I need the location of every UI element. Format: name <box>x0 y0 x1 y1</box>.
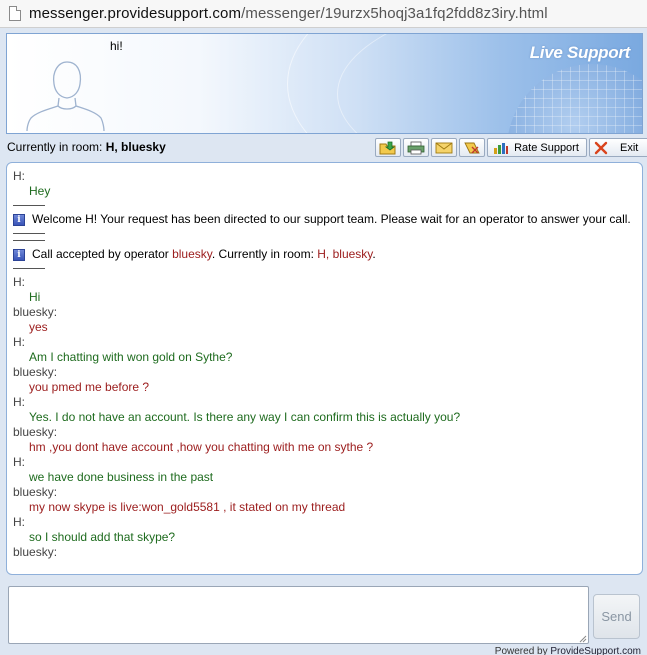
message-text: Hey <box>29 184 51 198</box>
message-text: you pmed me before ? <box>29 380 150 394</box>
clear-button[interactable] <box>459 138 485 157</box>
greeting-text: hi! <box>110 39 123 53</box>
message-author: bluesky: <box>13 365 58 379</box>
page-icon <box>9 6 21 21</box>
system-message-text: Welcome H! Your request has been directe… <box>32 212 631 226</box>
message-text: Hi <box>29 290 41 304</box>
email-icon <box>435 142 453 153</box>
powered-by-link[interactable]: ProvideSupport.com <box>550 646 641 655</box>
room-names: H, bluesky <box>317 247 373 261</box>
info-icon: i <box>13 214 25 226</box>
browser-address-bar[interactable]: messenger.providesupport.com/messenger/1… <box>0 0 647 28</box>
exit-label: Exit <box>620 141 639 154</box>
message-text: Yes. I do not have an account. Is there … <box>29 410 461 424</box>
live-support-logo: Live Support <box>529 43 631 62</box>
message-author: H: <box>13 275 25 289</box>
message-text: so I should add that skype? <box>29 530 176 544</box>
system-message: i Welcome H! Your request has been direc… <box>13 212 636 227</box>
exit-button[interactable]: Exit <box>589 138 647 157</box>
system-text-part: . <box>372 247 376 261</box>
message-input[interactable] <box>8 586 589 644</box>
info-icon: i <box>13 249 25 261</box>
message-author: H: <box>13 335 25 349</box>
exit-icon <box>594 141 608 154</box>
url-host: messenger.providesupport.com <box>29 5 242 22</box>
message-author: H: <box>13 515 25 529</box>
system-message-text: Call accepted by operator bluesky. Curre… <box>32 247 376 262</box>
message-author: bluesky: <box>13 305 58 319</box>
message-author: H: <box>13 455 25 469</box>
save-transcript-button[interactable] <box>375 138 401 157</box>
room-label: Currently in room: <box>7 140 103 154</box>
separator <box>13 205 45 206</box>
print-button[interactable] <box>403 138 429 157</box>
url-text[interactable]: messenger.providesupport.com/messenger/1… <box>29 5 548 22</box>
operator-avatar-icon <box>26 61 105 132</box>
print-icon <box>407 141 425 154</box>
resize-grip-icon[interactable] <box>577 633 587 643</box>
system-message: i Call accepted by operator bluesky. Cur… <box>13 247 636 262</box>
message-text: hm ,you dont have account ,how you chatt… <box>29 440 374 454</box>
chat-transcript[interactable]: H: Hey i Welcome H! Your request has bee… <box>6 162 643 575</box>
message-text: my now skype is live:won_gold5581 , it s… <box>29 500 346 514</box>
message-text: Am I chatting with won gold on Sythe? <box>29 350 233 364</box>
rate-icon <box>494 142 509 154</box>
message-author: H: <box>13 395 25 409</box>
powered-by-prefix: Powered by <box>494 646 551 655</box>
message-author: H: <box>13 169 25 183</box>
message-author: bluesky: <box>13 545 58 559</box>
separator <box>13 233 45 234</box>
message-author: bluesky: <box>13 485 58 499</box>
room-status: Currently in room: H, bluesky <box>7 140 166 154</box>
system-text-part: Call accepted by operator <box>32 247 173 261</box>
separator <box>13 240 45 241</box>
rate-support-button[interactable]: Rate Support <box>487 138 587 157</box>
chat-toolbar: Rate Support Exit <box>375 138 647 157</box>
send-button[interactable]: Send <box>593 594 640 639</box>
url-path: /messenger/19urzx5hoqj3a1fq2fdd8z3iry.ht… <box>241 5 548 22</box>
message-text: we have done business in the past <box>29 470 214 484</box>
separator <box>13 268 45 269</box>
powered-by: Powered by ProvideSupport.com <box>495 646 641 655</box>
message-author: bluesky: <box>13 425 58 439</box>
operator-name: bluesky <box>172 247 212 261</box>
room-participants: H, bluesky <box>105 140 166 154</box>
live-support-banner: hi! Live Support <box>6 33 643 134</box>
rate-support-label: Rate Support <box>514 141 579 154</box>
system-text-part: . Currently in room: <box>211 247 318 261</box>
email-transcript-button[interactable] <box>431 138 457 157</box>
save-transcript-icon <box>379 141 396 154</box>
message-text: yes <box>29 320 48 334</box>
clear-icon <box>464 142 480 153</box>
